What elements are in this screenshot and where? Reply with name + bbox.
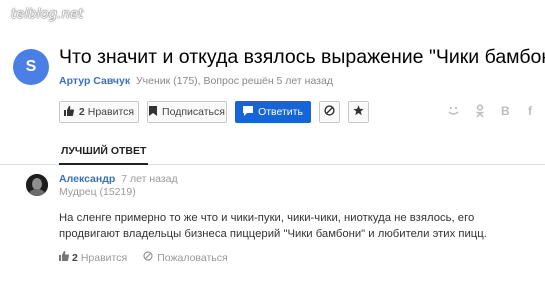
question-actions: 2 Нравится Подписаться Ответить <box>59 101 369 123</box>
question-title: Что значит и откуда взялось выражение "Ч… <box>59 46 545 68</box>
facebook-icon[interactable]: f <box>528 104 532 118</box>
smile-icon[interactable] <box>447 104 460 120</box>
like-label: Нравится <box>87 106 135 118</box>
answer-like-button[interactable]: 2 Нравится <box>59 251 127 264</box>
tab-best-answer[interactable]: ЛУЧШИЙ ОТВЕТ <box>59 140 149 165</box>
block-icon <box>143 251 153 264</box>
site-watermark: telblog.net <box>11 7 84 22</box>
answer-text: На сленге примерно то же что и чики-пуки… <box>59 212 487 240</box>
block-icon <box>324 105 335 119</box>
subscribe-label: Подписаться <box>162 106 225 118</box>
odnoklassniki-icon[interactable] <box>475 104 485 121</box>
answer-report-label: Пожаловаться <box>157 251 228 264</box>
answer-actions: 2 Нравится Пожаловаться <box>59 251 228 264</box>
question-meta-text: Ученик (175), Вопрос решён 5 лет назад <box>136 75 333 87</box>
thumbs-up-icon <box>59 251 70 264</box>
answer-label: Ответить <box>258 106 303 118</box>
question-meta: Артур Савчук Ученик (175), Вопрос решён … <box>59 75 333 87</box>
question-author-link[interactable]: Артур Савчук <box>59 75 130 87</box>
answer-like-label: Нравится <box>80 251 128 264</box>
answer-button[interactable]: Ответить <box>235 101 311 123</box>
comment-icon <box>243 105 254 119</box>
like-button[interactable]: 2 Нравится <box>59 101 139 123</box>
bookmark-icon <box>149 105 158 119</box>
answer-author-line: Александр 7 лет назад <box>59 173 178 185</box>
answer-like-count: 2 <box>72 251 78 264</box>
favorite-button[interactable] <box>348 101 369 123</box>
subscribe-button[interactable]: Подписаться <box>147 101 227 123</box>
answer-author-link[interactable]: Александр <box>59 173 115 185</box>
answer-timestamp: 7 лет назад <box>121 173 178 185</box>
answer-author-avatar[interactable] <box>26 174 48 196</box>
question-author-avatar[interactable]: S <box>13 49 49 85</box>
like-count: 2 <box>78 106 85 118</box>
answer-author-rank: Мудрец (15219) <box>59 186 136 198</box>
vk-icon[interactable]: В <box>501 104 510 118</box>
thumbs-up-icon <box>63 105 74 119</box>
star-icon <box>353 105 364 119</box>
report-question-button[interactable] <box>319 101 340 123</box>
answer-report-button[interactable]: Пожаловаться <box>143 251 228 264</box>
answers-tab-bar: ЛУЧШИЙ ОТВЕТ <box>0 140 545 165</box>
